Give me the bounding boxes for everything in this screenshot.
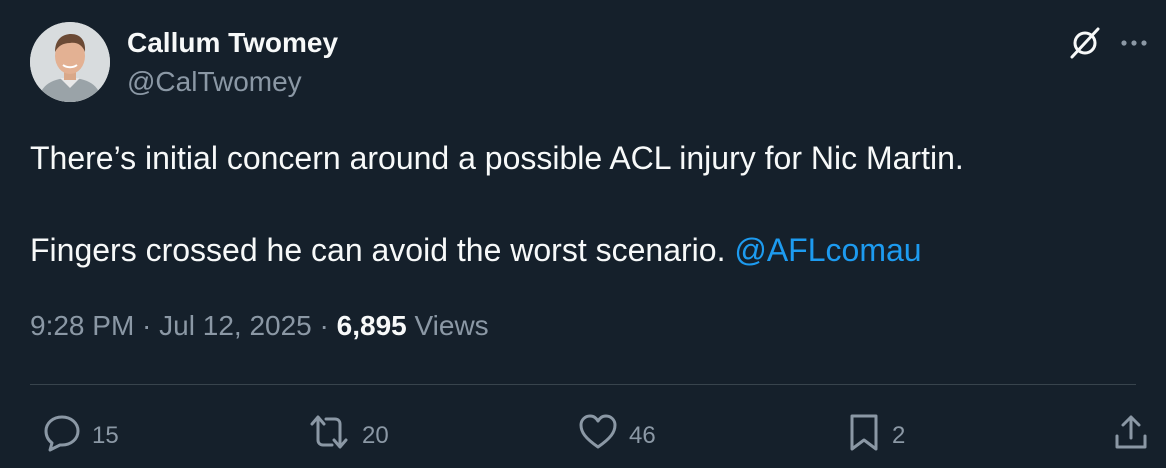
tweet-meta: 9:28 PM · Jul 12, 2025 · 6,895 Views bbox=[30, 310, 489, 342]
meta-separator: · bbox=[311, 310, 337, 341]
tweet-time[interactable]: 9:28 PM bbox=[30, 310, 134, 341]
share-icon bbox=[1112, 412, 1150, 459]
author-name[interactable]: Callum Twomey bbox=[127, 27, 338, 59]
bookmark-icon bbox=[846, 412, 882, 459]
reply-count: 15 bbox=[92, 421, 119, 449]
avatar[interactable] bbox=[30, 22, 110, 102]
reply-icon bbox=[42, 412, 82, 459]
like-button[interactable]: 46 bbox=[577, 412, 656, 459]
meta-separator: · bbox=[134, 310, 160, 341]
more-icon[interactable] bbox=[1120, 38, 1148, 48]
repost-button[interactable]: 20 bbox=[306, 412, 389, 459]
repost-count: 20 bbox=[362, 421, 389, 449]
tweet-line-2-text: Fingers crossed he can avoid the worst s… bbox=[30, 232, 726, 268]
grok-icon[interactable] bbox=[1068, 26, 1102, 60]
tweet-line-2: Fingers crossed he can avoid the worst s… bbox=[30, 227, 1130, 273]
divider bbox=[30, 384, 1136, 385]
like-count: 46 bbox=[629, 421, 656, 449]
avatar-photo bbox=[30, 22, 110, 102]
author-handle[interactable]: @CalTwomey bbox=[127, 66, 302, 98]
tweet-date[interactable]: Jul 12, 2025 bbox=[159, 310, 312, 341]
reply-button[interactable]: 15 bbox=[42, 412, 119, 459]
tweet-text: There’s initial concern around a possibl… bbox=[30, 135, 1130, 273]
views-count[interactable]: 6,895 bbox=[337, 310, 407, 341]
repost-icon bbox=[306, 412, 352, 459]
bookmark-count: 2 bbox=[892, 421, 906, 449]
tweet-top-actions bbox=[1068, 26, 1148, 60]
tweet-line-1: There’s initial concern around a possibl… bbox=[30, 140, 964, 176]
views-label: Views bbox=[406, 310, 489, 341]
like-icon bbox=[577, 412, 619, 459]
share-button[interactable] bbox=[1112, 412, 1150, 459]
mention-link[interactable]: @AFLcomau bbox=[734, 232, 921, 268]
bookmark-button[interactable]: 2 bbox=[846, 412, 905, 459]
